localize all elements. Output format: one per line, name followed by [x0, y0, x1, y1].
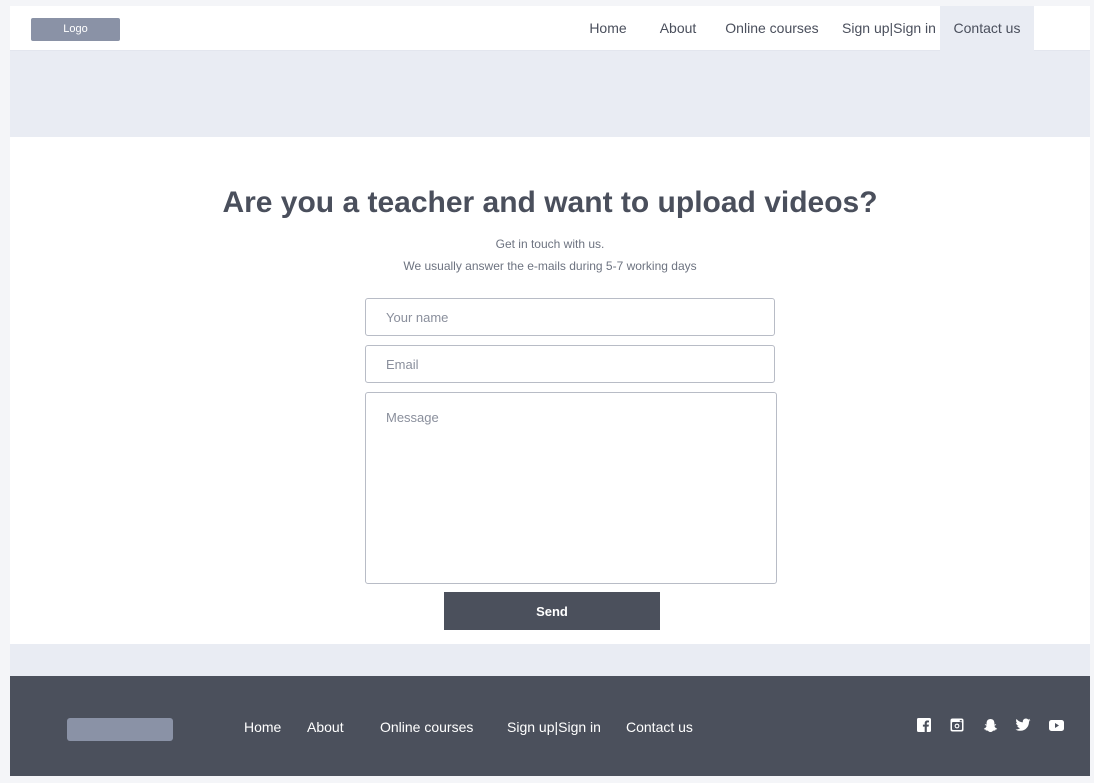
top-header: Logo Home About Online courses Sign up|S…: [10, 6, 1090, 51]
footer-link-sign-up-sign-in[interactable]: Sign up|Sign in: [507, 719, 601, 735]
footer: Home About Online courses Sign up|Sign i…: [10, 676, 1090, 776]
name-input[interactable]: [365, 298, 775, 336]
nav-online-courses[interactable]: Online courses: [706, 6, 838, 51]
nav-about[interactable]: About: [650, 6, 706, 51]
send-button[interactable]: Send: [444, 592, 660, 630]
footer-link-about[interactable]: About: [307, 719, 344, 735]
snapchat-icon[interactable]: [981, 716, 999, 734]
contact-section: Are you a teacher and want to upload vid…: [10, 137, 1090, 644]
email-input[interactable]: [365, 345, 775, 383]
footer-logo[interactable]: [67, 718, 173, 741]
logo[interactable]: Logo: [31, 18, 120, 41]
nav-home[interactable]: Home: [566, 6, 650, 51]
page-title: Are you a teacher and want to upload vid…: [222, 186, 878, 219]
footer-link-online-courses[interactable]: Online courses: [380, 719, 473, 735]
hero-banner: [10, 51, 1090, 136]
facebook-icon[interactable]: [915, 716, 933, 734]
nav-contact-us[interactable]: Contact us: [940, 6, 1034, 51]
youtube-icon[interactable]: [1047, 716, 1065, 734]
page: Logo Home About Online courses Sign up|S…: [10, 6, 1090, 776]
footer-link-contact-us[interactable]: Contact us: [626, 719, 693, 735]
main-nav: Home About Online courses Sign up|Sign i…: [566, 6, 1034, 51]
instagram-icon[interactable]: [948, 716, 966, 734]
message-textarea[interactable]: [365, 392, 777, 584]
subtitle-line-2: We usually answer the e-mails during 5-7…: [403, 259, 697, 273]
twitter-icon[interactable]: [1014, 716, 1032, 734]
nav-sign-up-sign-in[interactable]: Sign up|Sign in: [838, 6, 940, 51]
subtitle-line-1: Get in touch with us.: [495, 237, 605, 251]
footer-link-home[interactable]: Home: [244, 719, 281, 735]
